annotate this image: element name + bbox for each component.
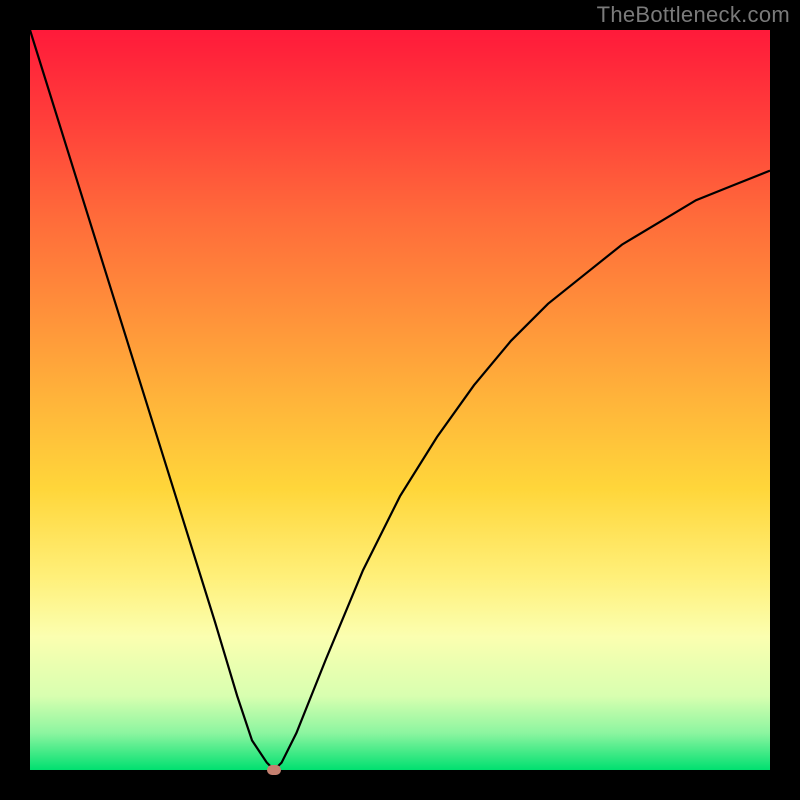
optimal-point-marker	[267, 765, 281, 775]
chart-frame: TheBottleneck.com	[0, 0, 800, 800]
curve-path	[30, 30, 770, 770]
watermark-label: TheBottleneck.com	[597, 2, 790, 28]
bottleneck-curve	[30, 30, 770, 770]
plot-area	[30, 30, 770, 770]
